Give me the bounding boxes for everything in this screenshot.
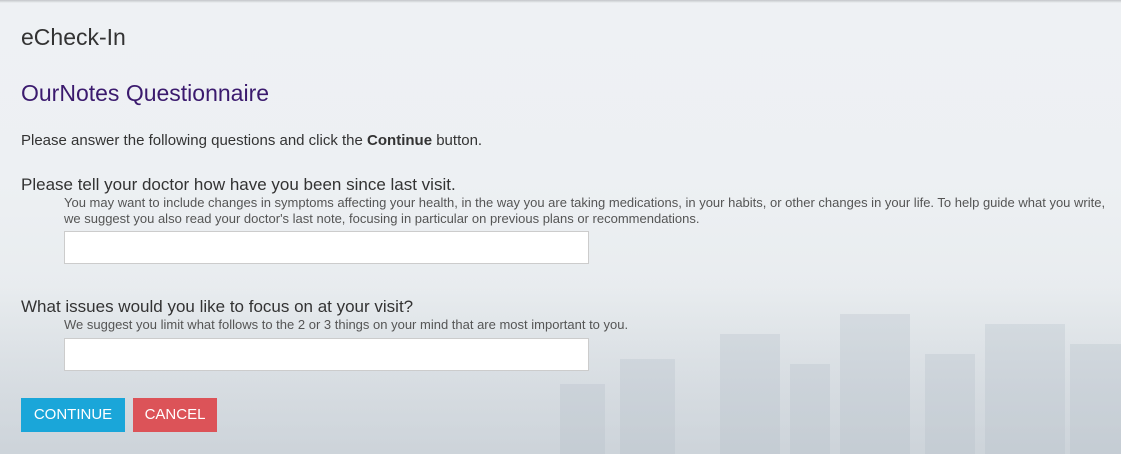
instructions-text-start: Please answer the following questions an…	[21, 132, 368, 149]
question-hint-since-last-visit: You may want to include changes in sympt…	[64, 195, 1106, 226]
continue-button[interactable]: CONTINUE	[21, 398, 125, 432]
since-last-visit-input[interactable]	[64, 231, 589, 264]
app-title: eCheck-In	[21, 24, 126, 50]
page-title: OurNotes Questionnaire	[21, 80, 270, 106]
question-hint-focus-issues: We suggest you limit what follows to the…	[64, 317, 629, 332]
question-label-focus-issues: What issues would you like to focus on a…	[21, 297, 414, 316]
question-label-since-last-visit: Please tell your doctor how have you bee…	[21, 175, 456, 194]
instructions-continue-word: Continue	[367, 132, 433, 149]
instructions-text: Please answer the following questions an…	[21, 132, 482, 149]
focus-issues-input[interactable]	[64, 338, 589, 371]
cancel-button[interactable]: CANCEL	[133, 398, 217, 432]
instructions-text-end: button.	[432, 132, 483, 149]
top-shadow	[0, 0, 1121, 3]
